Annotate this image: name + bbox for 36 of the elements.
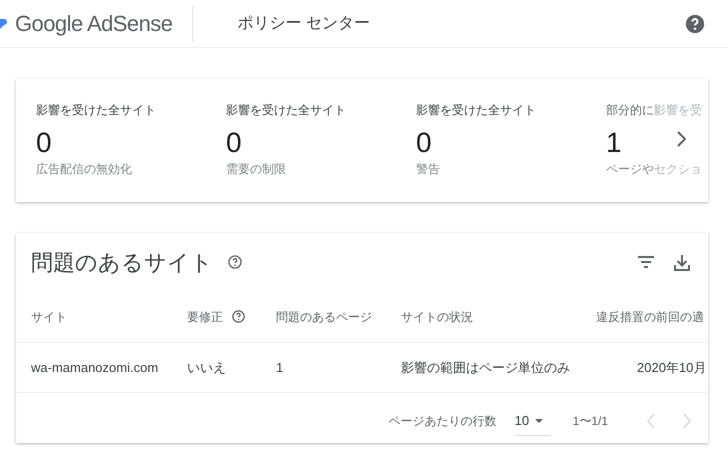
table-cell: 影響の範囲はページ単位のみ — [401, 360, 570, 374]
column-header: 要修正 — [187, 308, 223, 326]
metric-value: 0 — [416, 126, 432, 160]
help-icon[interactable] — [231, 309, 246, 324]
page-title: ポリシー センター — [237, 14, 370, 34]
table-cell: 2020年10月 — [637, 360, 706, 374]
download-icon[interactable] — [674, 254, 690, 270]
rows-per-page-label: ページあたりの行数 — [388, 413, 497, 430]
column-header: 違反措置の前回の適 — [596, 308, 704, 326]
metric-caption: 警告 — [416, 161, 440, 178]
help-icon[interactable] — [684, 12, 706, 34]
table-cell: 1 — [276, 360, 284, 374]
metric-value: 0 — [36, 126, 52, 160]
table-title: 問題のあるサイト — [31, 248, 213, 276]
app-logo[interactable]: Google AdSense — [15, 7, 172, 40]
metric-label: 影響を受けた全サイト — [416, 102, 536, 119]
metric-caption: 広告配信の無効化 — [36, 161, 132, 178]
dropdown-caret-icon — [535, 418, 544, 422]
metric-label: 影響を受けた全サイト — [226, 102, 346, 119]
table-row[interactable]: wa-mamanozomi.com いいえ 1 影響の範囲はページ単位のみ 2020年10月 — [16, 343, 708, 393]
metric-label: 部分的に影響を受 — [606, 101, 702, 119]
table-cell: wa-mamanozomi.com — [31, 360, 158, 374]
logo-mark-icon — [0, 18, 7, 28]
metric-caption: 需要の制限 — [226, 161, 286, 178]
column-header: サイト — [31, 308, 67, 326]
column-header: サイトの状況 — [401, 308, 473, 326]
metric-value: 0 — [226, 126, 242, 160]
table-cell: いいえ — [187, 360, 226, 374]
chevron-right-icon[interactable] — [676, 131, 686, 147]
help-icon[interactable] — [227, 254, 243, 270]
filter-icon[interactable] — [637, 255, 655, 269]
rows-per-page-select[interactable]: 10 — [514, 406, 551, 436]
column-header: 問題のあるページ — [276, 308, 372, 326]
metric-value: 1 — [606, 126, 622, 160]
page-range: 1〜1/1 — [572, 413, 608, 430]
metric-label: 影響を受けた全サイト — [36, 102, 156, 119]
